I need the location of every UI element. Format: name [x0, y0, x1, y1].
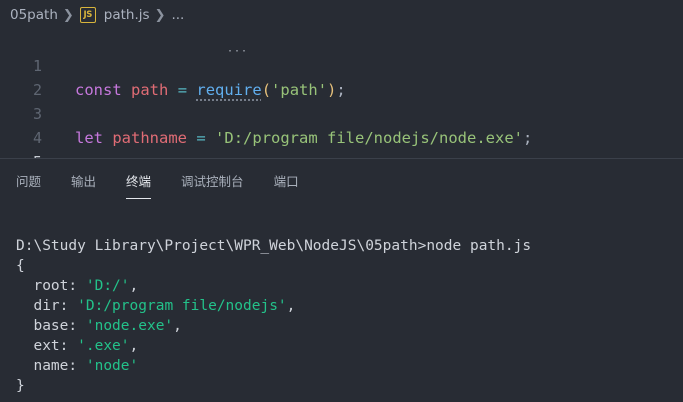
code-line: 3 let pathname = 'D:/program file/nodejs… — [0, 78, 532, 147]
breadcrumb: 05path ❯ JS path.js ❯ ... — [0, 0, 683, 30]
bottom-panel: 问题 输出 终端 调试控制台 端口 D:\Study Library\Proje… — [0, 158, 683, 402]
chevron-right-icon: ❯ — [154, 7, 166, 23]
terminal-command-line: D:\Study Library\Project\WPR_Web\NodeJS\… — [16, 236, 676, 256]
terminal-command: node path.js — [426, 238, 532, 254]
tab-problems[interactable]: 问题 — [16, 159, 41, 203]
tab-output[interactable]: 输出 — [71, 159, 96, 203]
javascript-file-icon: JS — [79, 7, 96, 23]
code-text: let pathname = 'D:/program file/nodejs/n… — [75, 129, 533, 147]
breadcrumb-folder[interactable]: 05path — [10, 7, 58, 23]
terminal-entry: name: 'node' — [33, 358, 139, 374]
tab-ports[interactable]: 端口 — [274, 159, 299, 203]
terminal-prompt: D:\Study Library\Project\WPR_Web\NodeJS\… — [16, 238, 427, 254]
vscode-window: 05path ❯ JS path.js ❯ ... 1 const path =… — [0, 0, 683, 402]
code-text: const path = require('path'); — [75, 81, 346, 99]
terminal-close-brace: } — [16, 378, 25, 394]
panel-tabs: 问题 输出 终端 调试控制台 端口 — [0, 159, 683, 203]
tab-terminal[interactable]: 终端 — [126, 159, 152, 203]
terminal-entry: base: 'node.exe', — [33, 318, 182, 334]
chevron-right-icon: ❯ — [62, 7, 74, 23]
tab-debug-console[interactable]: 调试控制台 — [181, 159, 244, 203]
terminal-entry: dir: 'D:/program file/nodejs', — [33, 298, 296, 314]
terminal-output[interactable]: D:\Study Library\Project\WPR_Web\NodeJS\… — [16, 236, 676, 396]
terminal-entry: ext: '.exe', — [33, 338, 139, 354]
breadcrumb-file[interactable]: path.js — [104, 7, 150, 23]
breadcrumb-more[interactable]: ... — [171, 7, 184, 23]
code-line: 2 — [0, 54, 56, 99]
code-line: 5 console.log(path.parse(pathname)); — [0, 126, 56, 158]
code-line: 1 const path = require('path'); — [0, 30, 346, 99]
code-hint-dots: ··· — [227, 46, 249, 57]
line-number: 5 — [0, 150, 42, 158]
terminal-entry: root: 'D:/', — [33, 278, 139, 294]
code-line: 4 — [0, 102, 56, 147]
terminal-open-brace: { — [16, 258, 25, 274]
code-editor[interactable]: 1 const path = require('path'); ··· 2 3 … — [0, 30, 683, 159]
